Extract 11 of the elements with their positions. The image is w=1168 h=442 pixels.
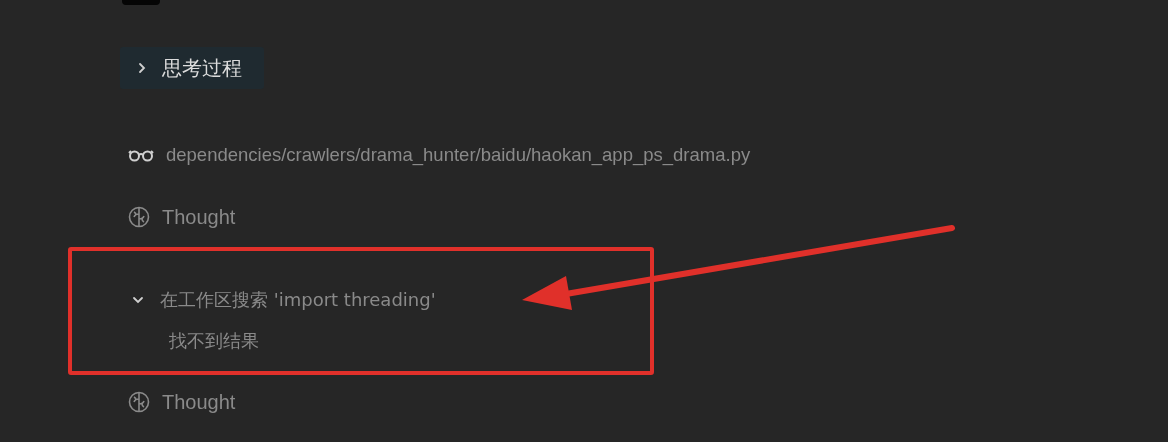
file-path: dependencies/crawlers/drama_hunter/baidu/haokan_app_ps_drama.py	[166, 144, 751, 166]
chevron-icon	[136, 62, 148, 74]
search-result: 找不到结果	[169, 329, 260, 353]
step-label: Thought	[162, 205, 236, 229]
search-label: 在工作区搜索 'import threading'	[160, 288, 436, 312]
brain-icon	[128, 206, 150, 228]
brain-icon	[128, 391, 150, 413]
step-label: Thought	[162, 390, 236, 414]
glasses-icon	[128, 148, 154, 162]
chevron-icon	[132, 294, 144, 306]
thinking-toggle[interactable]: 思考过程	[120, 47, 264, 89]
